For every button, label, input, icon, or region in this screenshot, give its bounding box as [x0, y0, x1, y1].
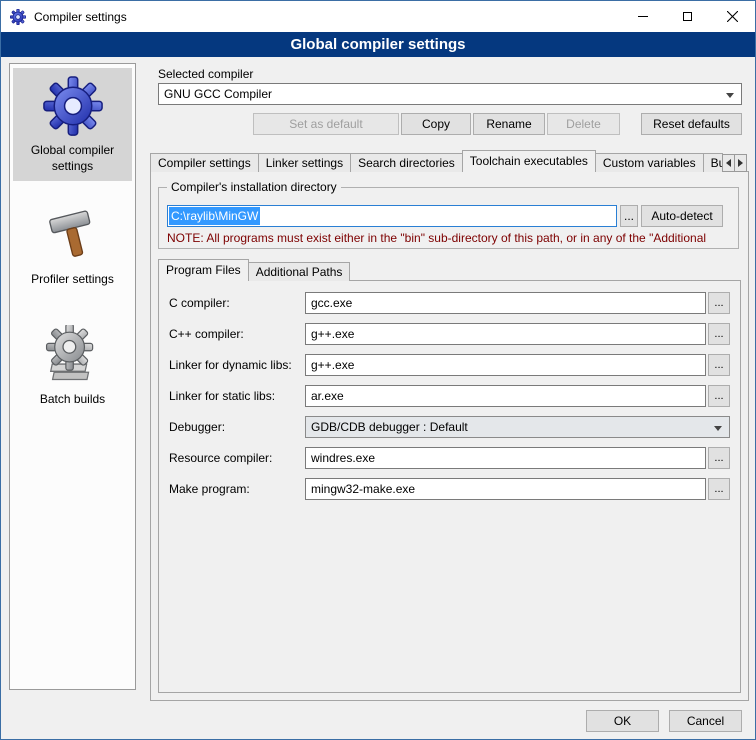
static-libs-linker-input[interactable]: ar.exe — [305, 385, 706, 407]
sidebar-item-label: Global compiler settings — [15, 143, 130, 174]
field-label: Resource compiler: — [169, 451, 272, 465]
profiler-tool-icon — [15, 205, 130, 265]
program-files-panel: C compiler: gcc.exe ... C++ compiler: g+… — [158, 280, 741, 693]
cpp-compiler-input[interactable]: g++.exe — [305, 323, 706, 345]
sidebar-item-label: Batch builds — [15, 392, 130, 408]
field-row-make-program: Make program: mingw32-make.exe ... — [159, 478, 740, 500]
field-label: Make program: — [169, 482, 250, 496]
reset-defaults-button[interactable]: Reset defaults — [641, 113, 742, 135]
field-row-static-linker: Linker for static libs: ar.exe ... — [159, 385, 740, 407]
field-value: GDB/CDB debugger : Default — [311, 420, 468, 434]
field-label: Linker for dynamic libs: — [169, 358, 292, 372]
make-program-browse-button[interactable]: ... — [708, 478, 730, 500]
field-label: Debugger: — [169, 420, 225, 434]
arrow-right-icon — [738, 159, 743, 167]
minimize-icon — [638, 16, 648, 17]
tab-toolchain-executables[interactable]: Toolchain executables — [462, 150, 596, 172]
selected-compiler-value: GNU GCC Compiler — [164, 87, 272, 101]
tab-scroll-controls — [723, 154, 747, 172]
copy-button[interactable]: Copy — [401, 113, 471, 135]
field-value: g++.exe — [311, 358, 354, 372]
dialog-header-title: Global compiler settings — [290, 36, 465, 53]
field-label: Linker for static libs: — [169, 389, 275, 403]
chevron-down-icon — [714, 426, 722, 431]
c-compiler-browse-button[interactable]: ... — [708, 292, 730, 314]
sidebar-item-batch-builds[interactable]: Batch builds — [13, 317, 132, 415]
sidebar-item-profiler-settings[interactable]: Profiler settings — [13, 197, 132, 295]
compiler-settings-tabs: Compiler settings Linker settings Search… — [150, 150, 723, 172]
chevron-down-icon — [726, 93, 734, 98]
arrow-left-icon — [726, 159, 731, 167]
dynamic-libs-linker-input[interactable]: g++.exe — [305, 354, 706, 376]
compiler-settings-window: Compiler settings Global compiler settin… — [0, 0, 756, 740]
field-label: C compiler: — [169, 296, 230, 310]
window-title: Compiler settings — [34, 10, 127, 24]
rename-button[interactable]: Rename — [473, 113, 545, 135]
field-row-dynamic-linker: Linker for dynamic libs: g++.exe ... — [159, 354, 740, 376]
field-value: windres.exe — [311, 451, 375, 465]
installation-directory-group: Compiler's installation directory C:\ray… — [158, 187, 739, 249]
installation-directory-browse-button[interactable]: ... — [620, 205, 638, 227]
installation-directory-legend: Compiler's installation directory — [167, 180, 341, 194]
field-row-resource-compiler: Resource compiler: windres.exe ... — [159, 447, 740, 469]
tab-scroll-right-button[interactable] — [734, 154, 747, 172]
selected-compiler-label: Selected compiler — [158, 67, 253, 81]
field-value: gcc.exe — [311, 296, 352, 310]
close-icon — [727, 11, 738, 22]
dialog-header: Global compiler settings — [1, 32, 755, 57]
tab-search-directories[interactable]: Search directories — [350, 153, 463, 172]
field-label: C++ compiler: — [169, 327, 244, 341]
cpp-compiler-browse-button[interactable]: ... — [708, 323, 730, 345]
installation-directory-note: NOTE: All programs must exist either in … — [167, 231, 736, 245]
close-button[interactable] — [710, 1, 755, 32]
field-value: ar.exe — [311, 389, 344, 403]
tab-linker-settings[interactable]: Linker settings — [258, 153, 351, 172]
window-controls — [620, 1, 755, 32]
titlebar: Compiler settings — [1, 1, 755, 32]
delete-button: Delete — [547, 113, 620, 135]
set-as-default-button: Set as default — [253, 113, 399, 135]
tab-custom-variables[interactable]: Custom variables — [595, 153, 704, 172]
field-value: mingw32-make.exe — [311, 482, 415, 496]
tab-additional-paths[interactable]: Additional Paths — [248, 262, 351, 281]
static-libs-linker-browse-button[interactable]: ... — [708, 385, 730, 407]
gray-gear-stack-icon — [15, 325, 130, 385]
blue-gear-icon — [15, 76, 130, 136]
maximize-button[interactable] — [665, 1, 710, 32]
auto-detect-button[interactable]: Auto-detect — [641, 205, 723, 227]
c-compiler-input[interactable]: gcc.exe — [305, 292, 706, 314]
debugger-dropdown[interactable]: GDB/CDB debugger : Default — [305, 416, 730, 438]
selected-compiler-dropdown[interactable]: GNU GCC Compiler — [158, 83, 742, 105]
make-program-input[interactable]: mingw32-make.exe — [305, 478, 706, 500]
field-row-cpp-compiler: C++ compiler: g++.exe ... — [159, 323, 740, 345]
ok-button[interactable]: OK — [586, 710, 659, 732]
sidebar-item-label: Profiler settings — [15, 272, 130, 288]
settings-sidebar: Global compiler settings Profiler settin… — [9, 63, 136, 690]
resource-compiler-browse-button[interactable]: ... — [708, 447, 730, 469]
installation-directory-input[interactable]: C:\raylib\MinGW — [167, 205, 617, 227]
tab-compiler-settings[interactable]: Compiler settings — [150, 153, 259, 172]
tab-program-files[interactable]: Program Files — [158, 259, 249, 281]
sidebar-item-global-compiler-settings[interactable]: Global compiler settings — [13, 68, 132, 181]
field-row-debugger: Debugger: GDB/CDB debugger : Default — [159, 416, 740, 438]
field-value: g++.exe — [311, 327, 354, 341]
maximize-icon — [683, 12, 692, 21]
dynamic-libs-linker-browse-button[interactable]: ... — [708, 354, 730, 376]
minimize-button[interactable] — [620, 1, 665, 32]
app-gear-icon — [10, 9, 26, 25]
resource-compiler-input[interactable]: windres.exe — [305, 447, 706, 469]
installation-directory-value: C:\raylib\MinGW — [169, 207, 260, 225]
tab-build-options[interactable]: Buil — [703, 153, 723, 172]
cancel-button[interactable]: Cancel — [669, 710, 742, 732]
field-row-c-compiler: C compiler: gcc.exe ... — [159, 292, 740, 314]
program-files-tabs: Program Files Additional Paths — [158, 259, 350, 281]
